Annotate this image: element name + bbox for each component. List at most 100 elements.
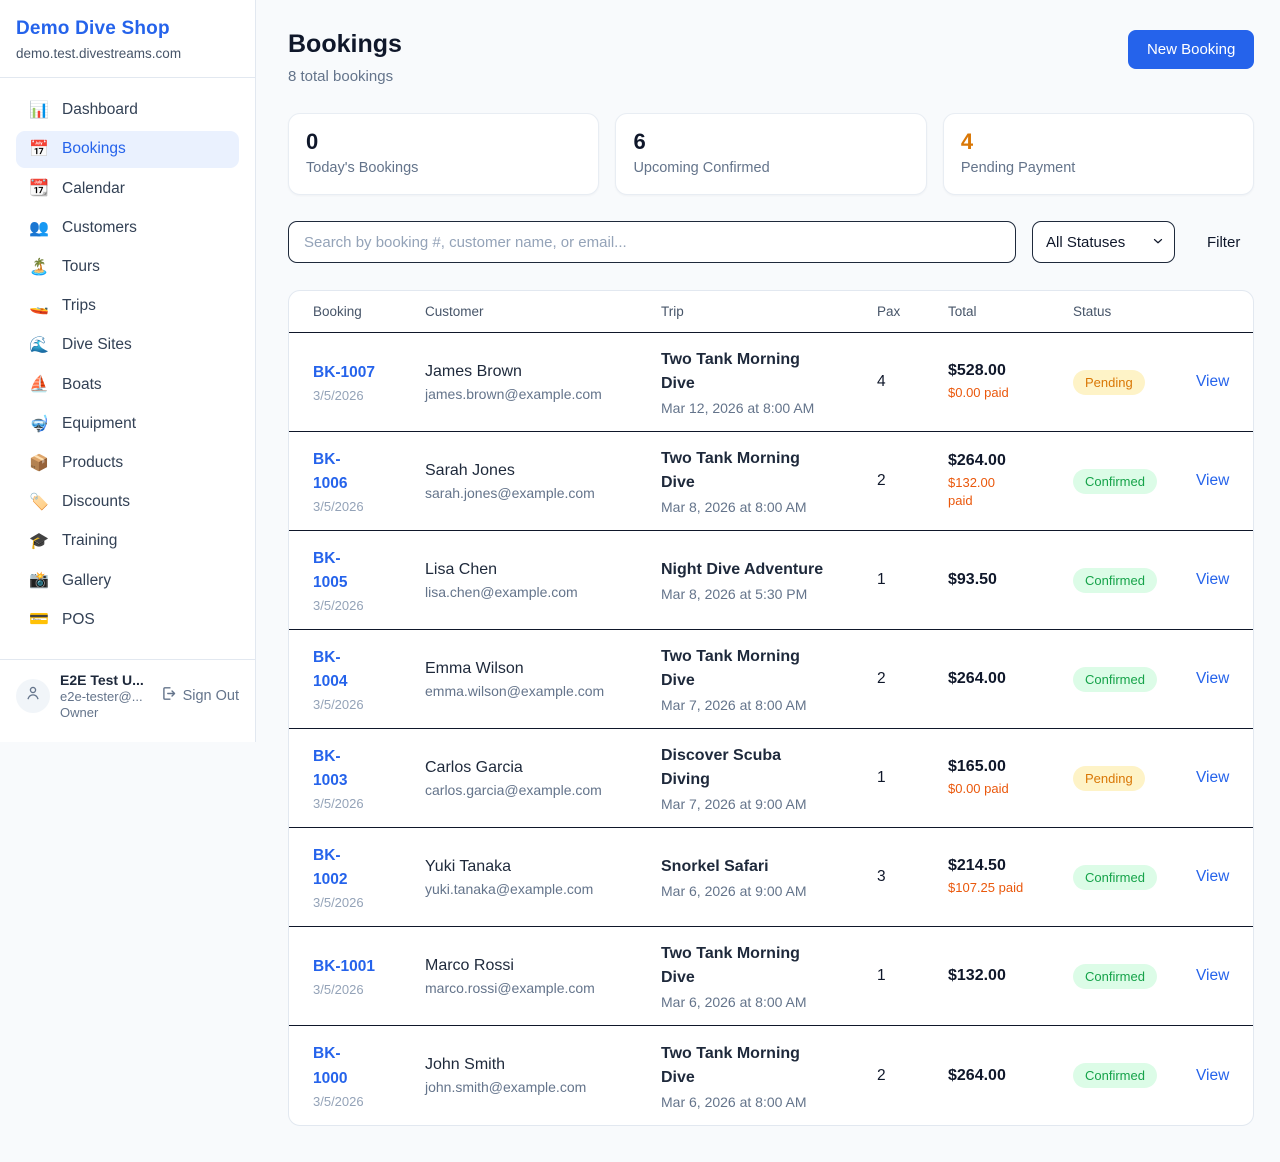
tag-icon: 🏷️ (29, 493, 49, 512)
camera-icon: 📸 (29, 571, 49, 590)
table-body: BK-1007 3/5/2026 James Brown james.brown… (289, 333, 1253, 1125)
customer-name: James Brown (425, 363, 661, 381)
customer-cell: Emma Wilson emma.wilson@example.com (425, 660, 661, 699)
pax-count: 1 (877, 571, 948, 589)
total-cell: $264.00 (948, 670, 1073, 688)
sign-out-button[interactable]: Sign Out (160, 685, 239, 706)
table-row: BK- 1004 3/5/2026 Emma Wilson emma.wilso… (289, 630, 1253, 729)
status-filter-select[interactable]: All Statuses (1032, 221, 1175, 263)
sidebar-nav: 📊 Dashboard 📅 Bookings 📆 Calendar 👥 Cust… (0, 78, 255, 651)
booking-id-link[interactable]: BK- 1005 (313, 547, 347, 595)
sidebar-item-label: Equipment (62, 415, 136, 434)
view-link[interactable]: View (1196, 769, 1229, 786)
customer-name: Sarah Jones (425, 462, 661, 480)
action-cell: View (1196, 967, 1229, 985)
filter-button[interactable]: Filter (1207, 234, 1240, 251)
sidebar-item-gallery[interactable]: 📸 Gallery (16, 562, 239, 599)
sidebar-item-pos[interactable]: 💳 POS (16, 601, 239, 638)
sidebar-item-tours[interactable]: 🏝️ Tours (16, 249, 239, 286)
total-amount: $165.00 (948, 758, 1073, 776)
status-cell: Pending (1073, 370, 1196, 395)
search-input[interactable] (288, 221, 1016, 263)
customer-cell: Lisa Chen lisa.chen@example.com (425, 561, 661, 600)
booking-id-link[interactable]: BK-1001 (313, 955, 375, 979)
view-link[interactable]: View (1196, 1067, 1229, 1084)
stat-value: 6 (633, 129, 908, 155)
table-row: BK- 1002 3/5/2026 Yuki Tanaka yuki.tanak… (289, 828, 1253, 927)
booking-cell: BK- 1005 3/5/2026 (313, 547, 425, 613)
pax-count: 2 (877, 472, 948, 490)
sidebar-item-equipment[interactable]: 🤿 Equipment (16, 406, 239, 443)
trip-name: Two Tank Morning Dive (661, 645, 877, 693)
status-cell: Confirmed (1073, 865, 1196, 890)
table-row: BK- 1005 3/5/2026 Lisa Chen lisa.chen@ex… (289, 531, 1253, 630)
booking-date: 3/5/2026 (313, 598, 425, 613)
status-filter-wrap: All Statuses (1032, 221, 1175, 263)
booking-id-link[interactable]: BK- 1002 (313, 844, 347, 892)
booking-date: 3/5/2026 (313, 499, 425, 514)
sidebar-item-label: Trips (62, 297, 96, 316)
sidebar-item-label: Bookings (62, 140, 126, 159)
sidebar-item-label: Customers (62, 219, 137, 238)
booking-id-link[interactable]: BK- 1006 (313, 448, 347, 496)
pax-count: 1 (877, 967, 948, 985)
customer-name: Yuki Tanaka (425, 858, 661, 876)
package-icon: 📦 (29, 454, 49, 473)
paid-amount: $0.00 paid (948, 780, 1073, 798)
view-link[interactable]: View (1196, 373, 1229, 390)
booking-cell: BK-1007 3/5/2026 (313, 361, 425, 403)
booking-id-link[interactable]: BK- 1003 (313, 745, 347, 793)
stat-card-today-s-bookings: 0Today's Bookings (288, 113, 599, 195)
view-link[interactable]: View (1196, 868, 1229, 885)
user-section: E2E Test U... e2e-tester@... Owner Sign … (0, 659, 255, 734)
booking-cell: BK-1001 3/5/2026 (313, 955, 425, 997)
island-icon: 🏝️ (29, 258, 49, 277)
total-cell: $264.00 $132.00 paid (948, 452, 1073, 510)
customer-email: sarah.jones@example.com (425, 485, 661, 501)
customer-email: emma.wilson@example.com (425, 683, 661, 699)
table-header-row: BookingCustomerTripPaxTotalStatus (289, 291, 1253, 333)
total-cell: $93.50 (948, 571, 1073, 589)
status-cell: Confirmed (1073, 568, 1196, 593)
filter-row: All Statuses Filter (288, 221, 1254, 263)
booking-cell: BK- 1002 3/5/2026 (313, 844, 425, 910)
user-icon (24, 684, 42, 707)
view-link[interactable]: View (1196, 472, 1229, 489)
sidebar-item-discounts[interactable]: 🏷️ Discounts (16, 484, 239, 521)
paid-amount: $0.00 paid (948, 384, 1073, 402)
sidebar-item-products[interactable]: 📦 Products (16, 445, 239, 482)
view-link[interactable]: View (1196, 670, 1229, 687)
customer-cell: Sarah Jones sarah.jones@example.com (425, 462, 661, 501)
trip-datetime: Mar 6, 2026 at 8:00 AM (661, 994, 877, 1010)
tear-off-calendar-icon: 📆 (29, 179, 49, 198)
trip-cell: Two Tank Morning Dive Mar 7, 2026 at 8:0… (661, 645, 877, 713)
view-link[interactable]: View (1196, 967, 1229, 984)
view-link[interactable]: View (1196, 571, 1229, 588)
sidebar-item-label: Dashboard (62, 101, 138, 120)
new-booking-button[interactable]: New Booking (1128, 30, 1254, 69)
sidebar-item-customers[interactable]: 👥 Customers (16, 210, 239, 247)
sidebar-item-dive-sites[interactable]: 🌊 Dive Sites (16, 327, 239, 364)
sidebar-item-training[interactable]: 🎓 Training (16, 523, 239, 560)
sidebar-item-trips[interactable]: 🚤 Trips (16, 288, 239, 325)
customer-name: Lisa Chen (425, 561, 661, 579)
sidebar-item-dashboard[interactable]: 📊 Dashboard (16, 92, 239, 129)
page-header: Bookings 8 total bookings New Booking (288, 30, 1254, 85)
status-badge: Pending (1073, 766, 1145, 791)
booking-date: 3/5/2026 (313, 895, 425, 910)
total-amount: $132.00 (948, 967, 1073, 985)
action-cell: View (1196, 670, 1229, 688)
pax-count: 4 (877, 373, 948, 391)
booking-id-link[interactable]: BK-1007 (313, 361, 375, 385)
booking-id-link[interactable]: BK- 1000 (313, 1042, 347, 1090)
sidebar-item-calendar[interactable]: 📆 Calendar (16, 170, 239, 207)
customer-cell: Marco Rossi marco.rossi@example.com (425, 957, 661, 996)
total-cell: $165.00 $0.00 paid (948, 758, 1073, 798)
customer-cell: Carlos Garcia carlos.garcia@example.com (425, 759, 661, 798)
trip-datetime: Mar 7, 2026 at 9:00 AM (661, 796, 877, 812)
sidebar-item-bookings[interactable]: 📅 Bookings (16, 131, 239, 168)
user-role: Owner (60, 705, 150, 720)
sidebar-item-boats[interactable]: ⛵ Boats (16, 366, 239, 403)
booking-id-link[interactable]: BK- 1004 (313, 646, 347, 694)
calendar-icon: 📅 (29, 140, 49, 159)
